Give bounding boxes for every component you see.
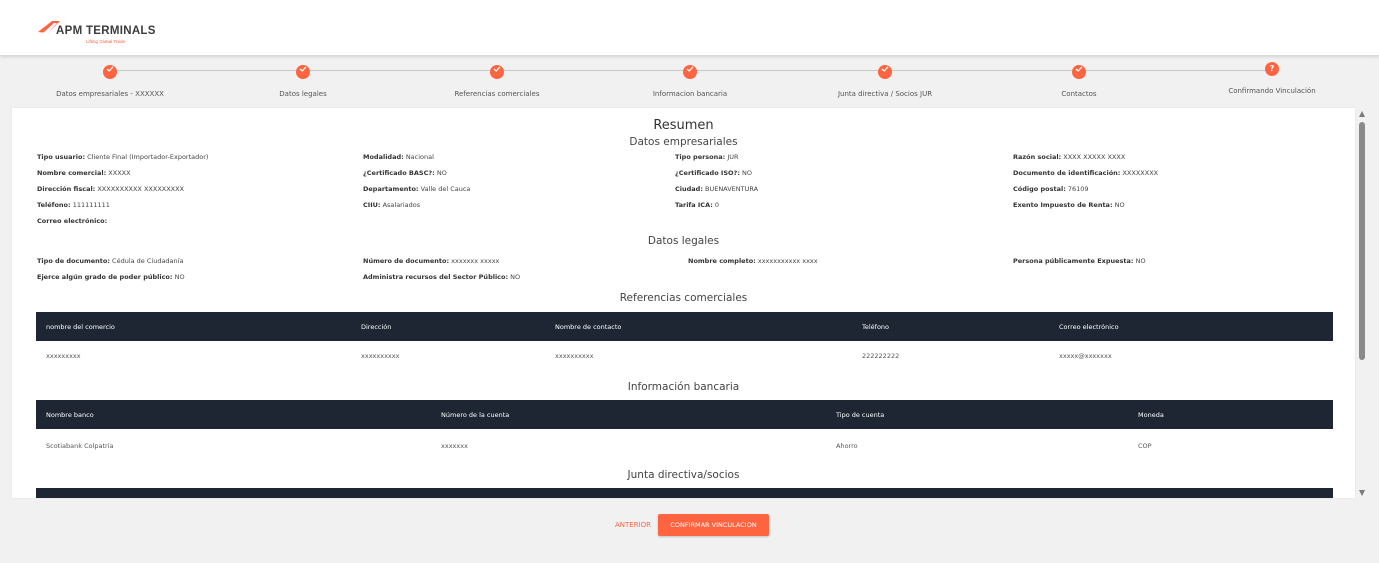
scrollbar-thumb[interactable] xyxy=(1359,122,1365,360)
field-tarifa-ica: Tarifa ICA: 0 xyxy=(675,201,720,209)
field-nombre-completo: Nombre completo: xxxxxxxxxxx xxxx xyxy=(688,257,818,265)
table-cell: xxxxxxxxxx xyxy=(555,352,594,360)
field-modalidad: Modalidad: Nacional xyxy=(363,153,434,161)
table-cell: xxxxxxxxx xyxy=(46,352,81,360)
field-certificado-basc: ¿Certificado BASC?: NO xyxy=(363,169,447,177)
step-referencias-comerciales[interactable]: Referencias comerciales xyxy=(402,62,592,98)
confirm-vinculacion-button[interactable]: CONFIRMAR VINCULACION xyxy=(658,514,769,536)
column-header: Tipo de cuenta xyxy=(836,411,885,419)
table-cell: xxxxxxxxxx xyxy=(361,352,400,360)
step-check-icon xyxy=(1072,65,1086,79)
step-label: Datos empresariales - XXXXXX xyxy=(56,90,164,98)
section-title-empresariales: Datos empresariales xyxy=(629,136,738,148)
junta-table-header xyxy=(36,488,1333,498)
app-header: APM TERMINALS Lifting Global Trade xyxy=(0,0,1379,56)
field-documento-identificacion: Documento de identificación: XXXXXXXX xyxy=(1013,169,1159,177)
field-numero-documento: Número de documento: xxxxxxx xxxxx xyxy=(363,257,500,265)
summary-scrollbar[interactable] xyxy=(1358,108,1367,498)
step-junta-directiva[interactable]: Junta directiva / Socios JUR xyxy=(790,62,980,98)
column-header: Nombre banco xyxy=(46,411,94,419)
step-label: Confirmando Vinculación xyxy=(1228,87,1316,95)
field-razon-social: Razón social: XXXX XXXXX XXXX xyxy=(1013,153,1126,161)
column-header: Correo electrónico xyxy=(1059,323,1119,331)
brand-name: APM TERMINALS xyxy=(56,25,156,37)
step-confirmando-vinculacion[interactable]: ? Confirmando Vinculación xyxy=(1177,62,1367,95)
field-telefono: Teléfono: 111111111 xyxy=(37,201,110,209)
column-header: Teléfono xyxy=(862,323,890,331)
section-title-legales: Datos legales xyxy=(647,235,720,247)
field-ciudad: Ciudad: BUENAVENTURA xyxy=(675,185,759,193)
summary-title: Resumen xyxy=(653,118,714,133)
field-codigo-postal: Código postal: 76109 xyxy=(1013,185,1089,193)
step-check-icon xyxy=(103,65,117,79)
scroll-up-icon[interactable] xyxy=(1359,111,1365,117)
column-header: Moneda xyxy=(1138,411,1164,419)
step-question-icon: ? xyxy=(1265,62,1279,76)
summary-panel[interactable]: Resumen Datos empresariales Tipo usuario… xyxy=(12,108,1355,498)
section-title-junta: Junta directiva/socios xyxy=(627,469,740,481)
field-poder-publico: Ejerce algún grado de poder público: NO xyxy=(37,273,185,281)
previous-button[interactable]: ANTERIOR xyxy=(615,518,651,532)
field-correo-electronico: Correo electrónico: xyxy=(37,217,108,225)
table-cell: 222222222 xyxy=(862,352,900,360)
section-title-bancaria: Información bancaria xyxy=(627,381,740,393)
table-cell: xxxxxxx xyxy=(441,442,468,450)
step-check-icon xyxy=(296,65,310,79)
step-label: Junta directiva / Socios JUR xyxy=(837,90,933,98)
progress-stepper: Datos empresariales - XXXXXX Datos legal… xyxy=(10,62,1370,102)
field-persona-expuesta: Persona públicamente Expuesta: NO xyxy=(1013,257,1146,265)
step-datos-legales[interactable]: Datos legales xyxy=(208,62,398,98)
field-recursos-publicos: Administra recursos del Sector Público: … xyxy=(363,273,521,281)
footer-actions: ANTERIOR CONFIRMAR VINCULACION xyxy=(0,514,1379,536)
referencias-table-header: nombre del comercio Dirección Nombre de … xyxy=(36,312,1333,341)
field-certificado-iso: ¿Certificado ISO?: NO xyxy=(675,169,752,177)
table-cell: Scotiabank Colpatria xyxy=(46,442,114,450)
apm-terminals-logo[interactable]: APM TERMINALS Lifting Global Trade xyxy=(38,20,158,46)
column-header: nombre del comercio xyxy=(46,323,115,331)
column-header: Dirección xyxy=(361,323,392,331)
step-contactos[interactable]: Contactos xyxy=(984,62,1174,98)
field-direccion-fiscal: Dirección fiscal: XXXXXXXXXX XXXXXXXXX xyxy=(37,185,185,193)
field-tipo-documento: Tipo de documento: Cédula de Ciudadanía xyxy=(37,257,184,265)
section-title-referencias: Referencias comerciales xyxy=(619,292,748,304)
step-check-icon xyxy=(878,65,892,79)
column-header: Número de la cuenta xyxy=(441,411,510,419)
field-departamento: Departamento: Valle del Cauca xyxy=(363,185,471,193)
step-label: Contactos xyxy=(1061,90,1097,98)
table-cell: xxxxx@xxxxxxx xyxy=(1059,352,1112,360)
table-cell: Ahorro xyxy=(836,442,858,450)
step-label: Datos legales xyxy=(279,90,327,98)
field-exento-renta: Exento Impuesto de Renta: NO xyxy=(1013,201,1125,209)
table-cell: COP xyxy=(1138,442,1152,450)
step-label: Informacion bancaria xyxy=(652,90,728,98)
field-nombre-comercial: Nombre comercial: XXXXX xyxy=(37,169,131,177)
brand-tagline: Lifting Global Trade xyxy=(86,39,126,44)
field-tipo-usuario: Tipo usuario: Cliente Final (Importador-… xyxy=(37,153,209,161)
step-check-icon xyxy=(490,65,504,79)
step-datos-empresariales[interactable]: Datos empresariales - XXXXXX xyxy=(15,62,205,98)
field-ciiu: CIIU: Asalariados xyxy=(363,201,421,209)
step-informacion-bancaria[interactable]: Informacion bancaria xyxy=(595,62,785,98)
field-tipo-persona: Tipo persona: JUR xyxy=(675,153,739,161)
bancaria-table-header: Nombre banco Número de la cuenta Tipo de… xyxy=(36,400,1333,429)
scroll-down-icon[interactable] xyxy=(1359,490,1365,496)
step-label: Referencias comerciales xyxy=(454,90,540,98)
column-header: Nombre de contacto xyxy=(555,323,622,331)
step-check-icon xyxy=(683,65,697,79)
